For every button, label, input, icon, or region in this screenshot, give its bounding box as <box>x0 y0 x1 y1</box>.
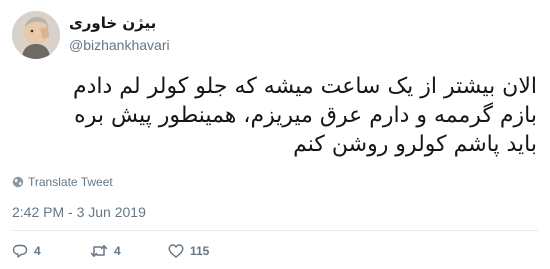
heart-icon <box>168 244 184 258</box>
avatar[interactable] <box>12 11 60 59</box>
tweet-actions: 4 4 115 <box>12 240 312 262</box>
tweet-timestamp[interactable]: 2:42 PM - 3 Jun 2019 <box>12 204 146 220</box>
tweet-text-line: بازم گرممه و دارم عرق میریزم، همینطور پی… <box>74 103 537 128</box>
divider <box>12 230 538 231</box>
retweet-icon <box>90 245 108 257</box>
tweet-header: بیژن خاوری @bizhankhavari <box>12 11 312 59</box>
tweet-text-line: الان بیشتر از یک ساعت میشه که جلو کولر ل… <box>72 74 537 99</box>
like-button[interactable]: 115 <box>168 240 209 262</box>
author-display-name[interactable]: بیژن خاوری <box>69 14 156 32</box>
tweet-text-line: باید پاشم کولرو روشن کنم <box>293 132 537 157</box>
reply-button[interactable]: 4 <box>12 240 41 262</box>
globe-icon <box>12 176 24 188</box>
reply-icon <box>12 244 28 258</box>
like-count: 115 <box>190 244 210 258</box>
retweet-count: 4 <box>114 244 121 258</box>
retweet-button[interactable]: 4 <box>90 240 121 262</box>
translate-label: Translate Tweet <box>28 175 113 189</box>
translate-tweet-button[interactable]: Translate Tweet <box>12 174 113 190</box>
tweet-card: بیژن خاوری @bizhankhavari الان بیشتر از … <box>0 0 550 269</box>
tweet-text: الان بیشتر از یک ساعت میشه که جلو کولر ل… <box>12 72 537 159</box>
author-handle[interactable]: @bizhankhavari <box>69 37 170 53</box>
reply-count: 4 <box>34 244 41 258</box>
avatar-photo-icon <box>12 11 60 59</box>
